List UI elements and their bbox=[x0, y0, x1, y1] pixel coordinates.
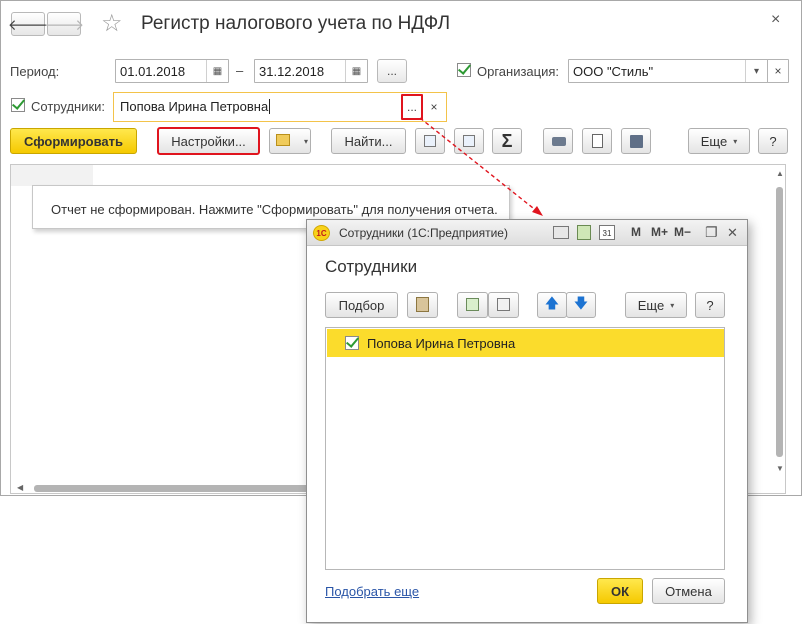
chevron-down-icon: ▾ bbox=[304, 137, 309, 146]
memory-button[interactable]: M bbox=[631, 225, 641, 239]
vertical-scrollbar[interactable] bbox=[776, 187, 783, 457]
paste-button[interactable] bbox=[407, 292, 438, 318]
print-button[interactable] bbox=[543, 128, 573, 154]
forward-button[interactable]: 🡒 bbox=[43, 12, 85, 36]
report-corner-cell bbox=[11, 165, 93, 186]
ok-button[interactable]: ОК bbox=[597, 578, 643, 604]
sum-button[interactable]: Σ bbox=[492, 128, 522, 154]
employees-field[interactable]: Попова Ирина Петровна bbox=[116, 95, 404, 119]
settings-button[interactable]: Настройки... bbox=[157, 127, 260, 155]
organization-label: Организация: bbox=[477, 64, 560, 79]
print-icon[interactable] bbox=[553, 226, 569, 239]
floppy-icon bbox=[630, 135, 643, 148]
help-button[interactable]: ? bbox=[758, 128, 788, 154]
save-button[interactable] bbox=[621, 128, 651, 154]
employees-value: Попова Ирина Петровна bbox=[120, 99, 269, 114]
organization-clear-button[interactable]: × bbox=[767, 59, 789, 83]
dialog-more-button[interactable]: Еще ▾ bbox=[625, 292, 687, 318]
period-to-field[interactable]: 31.12.2018 ▦ bbox=[254, 59, 368, 83]
organization-checkbox[interactable] bbox=[457, 63, 471, 77]
chevron-down-icon: ▾ bbox=[670, 300, 675, 310]
arrow-right-icon: 🡒 bbox=[43, 16, 85, 34]
favorite-star-icon[interactable]: ☆ bbox=[101, 9, 123, 38]
folder-icon bbox=[276, 134, 290, 146]
collapse-groups-button[interactable] bbox=[454, 128, 484, 154]
employees-label: Сотрудники: bbox=[31, 99, 106, 114]
chevron-down-icon[interactable]: ▾ bbox=[745, 60, 767, 82]
expand-groups-button[interactable] bbox=[415, 128, 445, 154]
employees-checkbox[interactable] bbox=[11, 98, 25, 112]
check-all-button[interactable] bbox=[457, 292, 488, 318]
window-close-button[interactable]: × bbox=[771, 11, 780, 29]
text-cursor bbox=[269, 99, 271, 114]
cancel-button[interactable]: Отмена bbox=[652, 578, 725, 604]
memory-plus-button[interactable]: M+ bbox=[651, 225, 668, 239]
employees-select-button[interactable]: ... bbox=[401, 94, 423, 120]
period-dash: – bbox=[236, 63, 244, 78]
employees-list[interactable]: Попова Ирина Петровна bbox=[325, 327, 725, 570]
dialog-heading: Сотрудники bbox=[325, 257, 418, 276]
list-item-checkbox[interactable] bbox=[345, 336, 359, 350]
dialog-help-button[interactable]: ? bbox=[695, 292, 725, 318]
calendar-icon[interactable]: 31 bbox=[599, 225, 615, 240]
list-item-name: Попова Ирина Петровна bbox=[367, 336, 516, 351]
organization-field[interactable]: ООО "Стиль" ▾ bbox=[568, 59, 768, 83]
calendar-icon[interactable]: ▦ bbox=[345, 60, 367, 82]
select-button[interactable]: Подбор bbox=[325, 292, 398, 318]
calendar-icon[interactable]: ▦ bbox=[206, 60, 228, 82]
select-more-link[interactable]: Подобрать еще bbox=[325, 584, 419, 599]
restore-icon[interactable]: ❐ bbox=[705, 224, 718, 241]
ellipsis-icon: ... bbox=[406, 100, 417, 114]
period-label: Период: bbox=[10, 64, 60, 79]
period-from-field[interactable]: 01.01.2018 ▦ bbox=[115, 59, 229, 83]
dialog-more-label: Еще bbox=[637, 297, 665, 313]
back-button[interactable]: 🡐 bbox=[7, 12, 49, 36]
1c-logo-icon: 1С bbox=[313, 225, 330, 241]
close-icon: × bbox=[771, 11, 781, 28]
close-icon[interactable]: ✕ bbox=[727, 225, 738, 241]
uncheck-all-icon bbox=[497, 298, 510, 311]
scroll-down-icon[interactable]: ▼ bbox=[776, 464, 784, 473]
more-label: Еще bbox=[700, 133, 728, 149]
period-from-value: 01.01.2018 bbox=[120, 64, 186, 79]
horizontal-scrollbar[interactable] bbox=[34, 485, 314, 492]
calculator-icon[interactable] bbox=[577, 225, 591, 240]
preview-icon bbox=[592, 134, 603, 148]
variant-menu-button[interactable]: ▾ bbox=[269, 128, 311, 154]
chevron-down-icon: ▾ bbox=[733, 136, 738, 146]
dialog-titlebar[interactable]: 1С Сотрудники (1С:Предприятие) 31 M M+ M… bbox=[307, 220, 747, 246]
grouping-icon bbox=[424, 135, 436, 147]
grouping-icon bbox=[463, 135, 475, 147]
find-button[interactable]: Найти... bbox=[331, 128, 406, 154]
arrow-up-icon: 🡅 bbox=[544, 295, 560, 311]
employees-clear-button[interactable]: × bbox=[425, 95, 443, 119]
memory-minus-button[interactable]: M− bbox=[674, 225, 691, 239]
period-select-button[interactable]: ... bbox=[377, 59, 407, 83]
scroll-left-icon[interactable]: ◀ bbox=[17, 483, 23, 492]
organization-value: ООО "Стиль" bbox=[573, 64, 654, 79]
list-item[interactable]: Попова Ирина Петровна bbox=[327, 329, 724, 357]
arrow-left-icon: 🡐 bbox=[7, 16, 49, 34]
sum-icon: Σ bbox=[501, 130, 513, 151]
more-menu-button[interactable]: Еще ▾ bbox=[688, 128, 750, 154]
employees-dialog: 1С Сотрудники (1С:Предприятие) 31 M M+ M… bbox=[306, 219, 748, 623]
window-title: Регистр налогового учета по НДФЛ bbox=[141, 13, 451, 34]
uncheck-all-button[interactable] bbox=[488, 292, 519, 318]
arrow-down-icon: 🡇 bbox=[573, 295, 589, 311]
period-to-value: 31.12.2018 bbox=[259, 64, 325, 79]
ellipsis-icon: ... bbox=[386, 64, 397, 78]
move-down-button[interactable]: 🡇 bbox=[566, 292, 596, 318]
clear-icon: × bbox=[430, 100, 438, 114]
generate-button[interactable]: Сформировать bbox=[10, 128, 137, 154]
preview-button[interactable] bbox=[582, 128, 612, 154]
scroll-up-icon[interactable]: ▲ bbox=[776, 169, 784, 178]
clear-icon: × bbox=[774, 64, 782, 78]
dialog-title: Сотрудники (1С:Предприятие) bbox=[339, 226, 508, 240]
clipboard-icon bbox=[416, 297, 429, 312]
check-all-icon bbox=[466, 298, 479, 311]
move-up-button[interactable]: 🡅 bbox=[537, 292, 567, 318]
printer-icon bbox=[552, 137, 566, 146]
